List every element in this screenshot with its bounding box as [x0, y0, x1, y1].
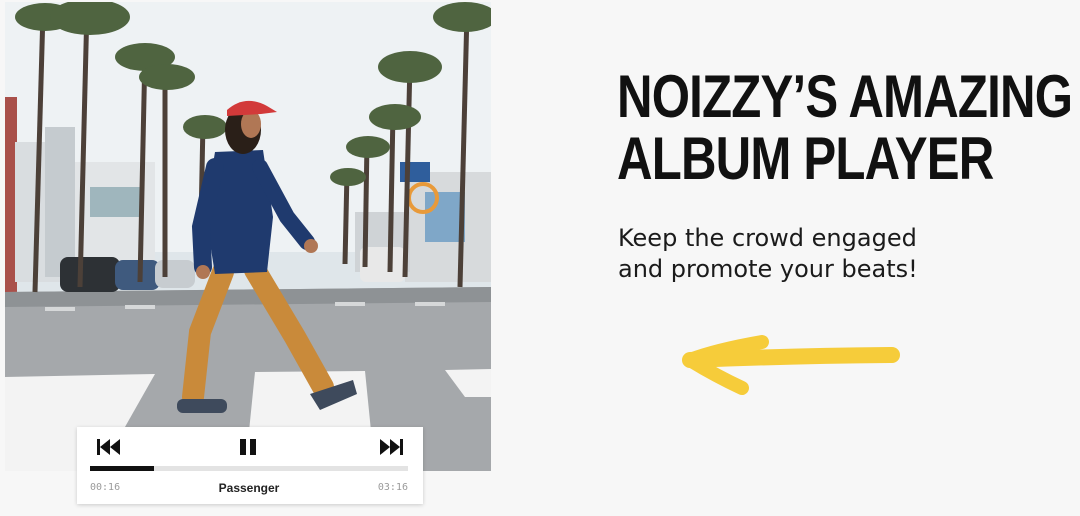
page-subtitle-line-1: Keep the crowd engaged [618, 224, 917, 252]
page-title: NOIZZY’S AMAZING ALBUM PLAYER [617, 63, 1073, 192]
arrow-left-icon [676, 332, 904, 400]
progress-bar[interactable] [90, 466, 408, 471]
promo-page: 00:16 Passenger 03:16 NOIZZY’S AMAZING A… [0, 0, 1080, 516]
page-subtitle-line-2: and promote your beats! [618, 255, 918, 283]
duration-time: 03:16 [377, 482, 408, 493]
progress-fill [90, 466, 154, 471]
pause-icon[interactable] [235, 436, 263, 458]
page-subtitle: Keep the crowd engaged and promote your … [618, 223, 978, 285]
track-meta: 00:16 Passenger 03:16 [90, 481, 408, 497]
audio-player: 00:16 Passenger 03:16 [77, 427, 423, 504]
player-controls [77, 427, 423, 467]
page-title-line-1: NOIZZY’S AMAZING [617, 63, 1073, 130]
page-title-line-2: ALBUM PLAYER [617, 125, 994, 192]
skip-previous-icon[interactable] [95, 436, 123, 458]
album-artwork [5, 2, 491, 471]
skip-next-icon[interactable] [377, 436, 405, 458]
track-title: Passenger [218, 481, 280, 495]
